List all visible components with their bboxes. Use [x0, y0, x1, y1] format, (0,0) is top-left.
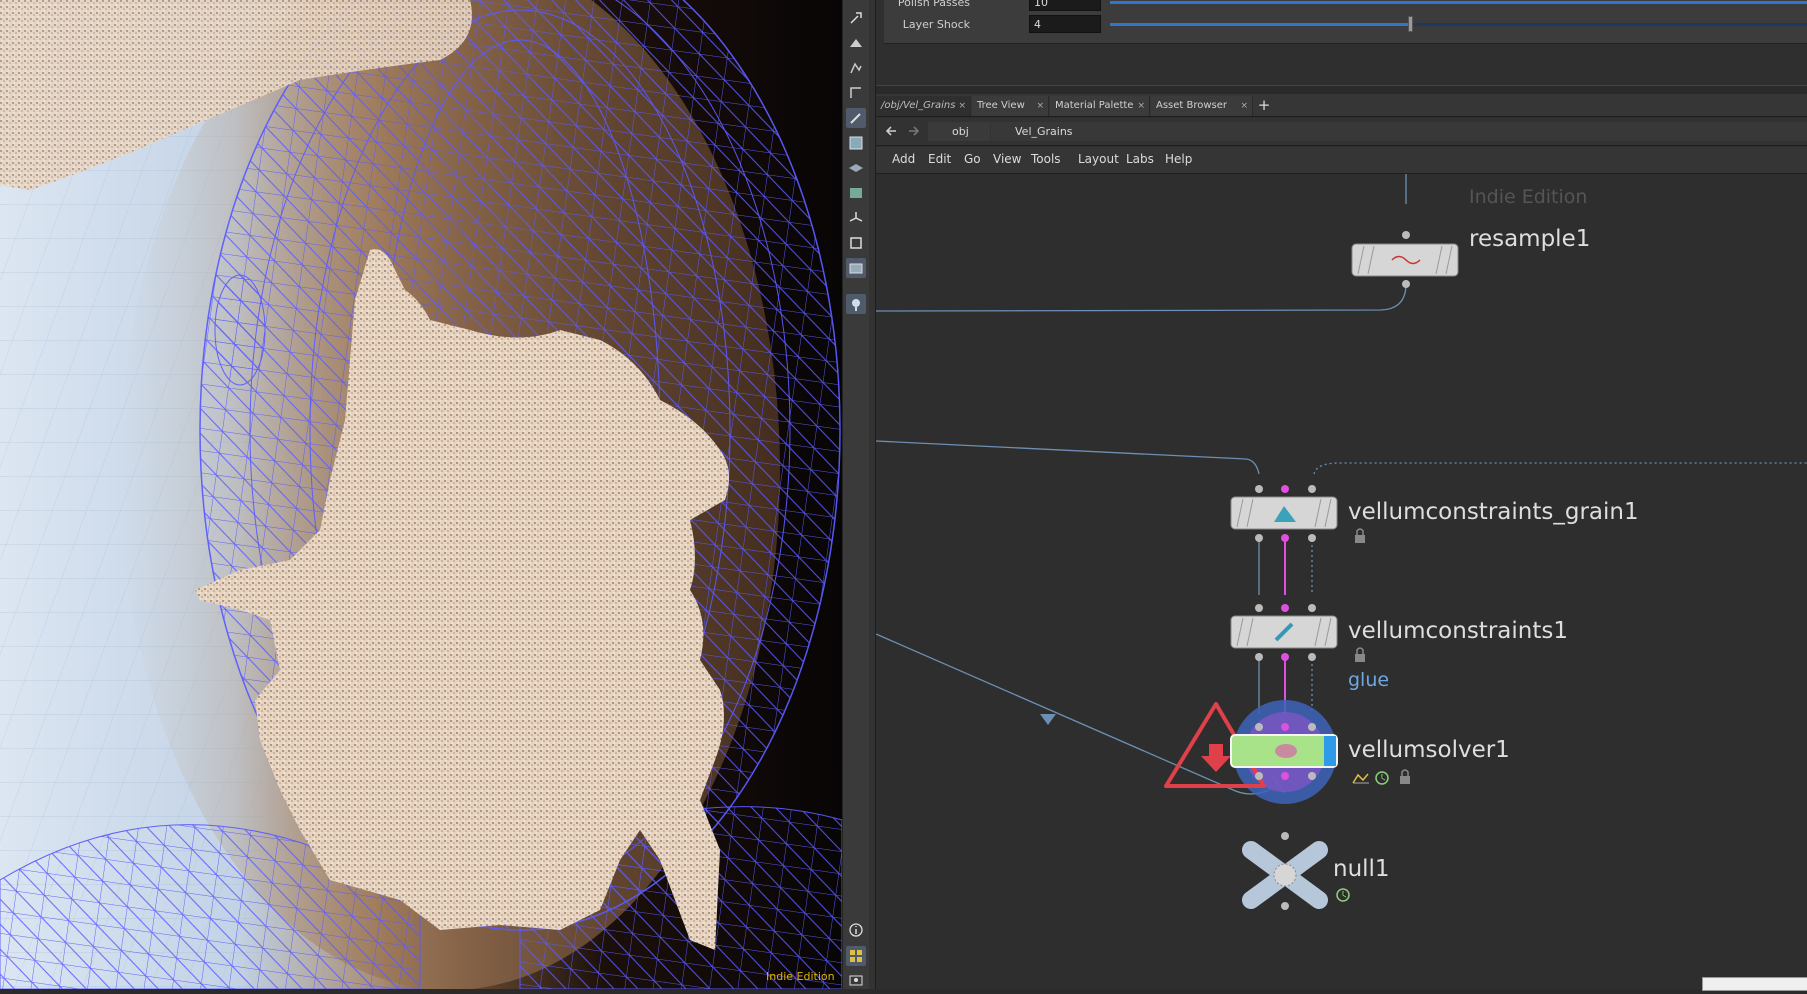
param-slider[interactable] [1110, 16, 1807, 32]
axis-icon[interactable] [846, 208, 866, 228]
param-label: Layer Shock [902, 18, 970, 31]
menu-go[interactable]: Go [964, 152, 981, 166]
info-icon[interactable] [846, 920, 866, 940]
node-resample1 [1351, 231, 1459, 288]
slider-fill [1110, 1, 1807, 4]
menu-layout[interactable]: Layout [1078, 152, 1119, 166]
paint-icon[interactable] [846, 133, 866, 153]
slider-handle[interactable] [1407, 16, 1413, 32]
slider-fill [1110, 23, 1410, 26]
layer-icon[interactable] [846, 158, 866, 178]
menu-help[interactable]: Help [1165, 152, 1192, 166]
node-vellumconstraints-grain1 [1230, 485, 1338, 542]
node-null1 [1242, 832, 1328, 910]
viewport-scene [0, 0, 842, 989]
back-arrow-icon[interactable] [882, 122, 902, 140]
snapshot-icon[interactable] [846, 970, 866, 990]
node-vellumsolver1 [1164, 700, 1338, 804]
param-field[interactable]: 4 [1029, 15, 1101, 33]
tab-tree-view[interactable]: Tree View × [972, 96, 1049, 116]
tab-label: Asset Browser [1156, 100, 1228, 111]
param-label: Polish Passes [897, 0, 970, 9]
lock-icon [1355, 528, 1365, 543]
param-row-polish-passes: Polish Passes 10 [884, 0, 1807, 13]
breadcrumb-vel-grains[interactable]: Vel_Grains [991, 122, 1807, 141]
breadcrumb-label: Vel_Grains [1015, 125, 1073, 138]
tab-material-palette[interactable]: Material Palette × [1050, 96, 1150, 116]
node-label[interactable]: vellumconstraints_grain1 [1348, 499, 1639, 525]
forward-arrow-icon[interactable] [904, 122, 924, 140]
node-vellumconstraints1 [1230, 604, 1338, 661]
clock-icon [1336, 888, 1350, 902]
lock-icon [1400, 769, 1410, 784]
menu-labs[interactable]: Labs [1126, 152, 1154, 166]
pose-icon[interactable] [846, 58, 866, 78]
node-comment: glue [1348, 669, 1390, 691]
parameter-panel: Polish Passes 10 Layer Shock 4 [884, 0, 1807, 44]
camera-icon[interactable] [846, 258, 866, 278]
network-editor[interactable]: Indie Edition resample1 vellumconstraint… [876, 174, 1807, 989]
node-label[interactable]: resample1 [1469, 226, 1590, 252]
tab-close-icon[interactable]: × [1137, 96, 1145, 116]
tab-label: /obj/Vel_Grains [881, 100, 956, 111]
menu-view[interactable]: View [993, 152, 1021, 166]
node-label[interactable]: vellumsolver1 [1348, 737, 1510, 763]
light-icon[interactable] [846, 294, 866, 314]
tab-close-icon[interactable]: × [1240, 96, 1248, 116]
tab-asset-browser[interactable]: Asset Browser × [1151, 96, 1253, 116]
menu-edit[interactable]: Edit [928, 152, 951, 166]
right-pane: Polish Passes 10 Layer Shock 4 /obj/Vel_… [876, 0, 1807, 989]
menu-add[interactable]: Add [892, 152, 915, 166]
viewport-watermark: Indie Edition [766, 970, 835, 983]
3d-viewport[interactable]: Indie Edition [0, 0, 842, 989]
path-bar: obj Vel_Grains [876, 118, 1807, 146]
node-label[interactable]: vellumconstraints1 [1348, 618, 1568, 644]
tab-close-icon[interactable]: × [1036, 96, 1044, 116]
breadcrumb-label: obj [952, 125, 969, 138]
lock-icon [1355, 647, 1365, 662]
node-label[interactable]: null1 [1333, 856, 1390, 882]
select-icon[interactable] [846, 8, 866, 28]
menu-tools[interactable]: Tools [1031, 152, 1061, 166]
render-icon[interactable] [846, 183, 866, 203]
grid-icon[interactable] [846, 946, 866, 966]
clock-icon [1375, 771, 1389, 785]
graph-icon [1352, 773, 1369, 784]
add-tab-icon[interactable]: + [1255, 96, 1273, 116]
tab-label: Material Palette [1055, 100, 1134, 111]
breadcrumb-obj[interactable]: obj [928, 122, 990, 141]
pane-splitter[interactable] [876, 85, 1807, 94]
pen-icon[interactable] [846, 108, 866, 128]
network-menu-bar: Add Edit Go View Tools Layout Labs Help [876, 147, 1807, 174]
box-icon[interactable] [846, 233, 866, 253]
pane-divider[interactable] [869, 0, 876, 989]
param-row-layer-shock: Layer Shock 4 [884, 15, 1807, 35]
tab-close-icon[interactable]: × [958, 96, 966, 116]
tab-label: Tree View [977, 100, 1025, 111]
view-icon[interactable] [846, 33, 866, 53]
network-tab-bar: /obj/Vel_Grains × Tree View × Material Pal… [876, 94, 1807, 117]
tab-vel-grains[interactable]: /obj/Vel_Grains × [876, 96, 971, 116]
brush-icon[interactable] [846, 83, 866, 103]
param-slider[interactable] [1110, 1, 1807, 4]
viewport-toolbar [842, 0, 870, 989]
param-field[interactable]: 10 [1029, 0, 1101, 11]
